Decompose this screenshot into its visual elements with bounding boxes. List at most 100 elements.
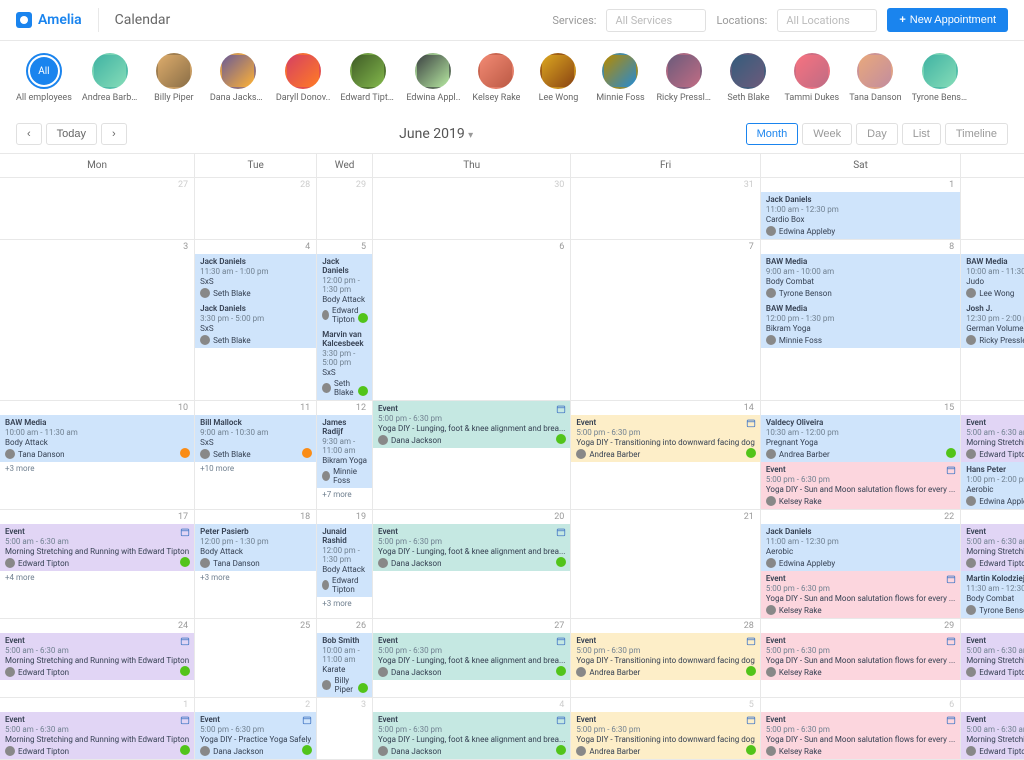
services-select[interactable]: All Services — [606, 9, 706, 32]
calendar-event[interactable]: Event5:00 am - 6:30 amMorning Stretching… — [0, 712, 194, 759]
more-link[interactable]: +10 more — [195, 462, 316, 475]
day-cell[interactable]: 25 — [195, 619, 317, 698]
calendar-event[interactable]: Jack Daniels11:00 am - 12:30 pmAerobicEd… — [761, 524, 960, 571]
employee-9[interactable]: Minnie Foss — [594, 53, 646, 103]
day-cell[interactable]: 20Event5:00 pm - 6:30 pmYoga DIY - Lungi… — [373, 510, 571, 619]
calendar-event[interactable]: Event5:00 pm - 6:30 pmYoga DIY - Lunging… — [373, 633, 570, 680]
day-cell[interactable]: 5Jack Daniels12:00 pm - 1:30 pmBody Atta… — [317, 240, 373, 401]
day-cell[interactable]: 26Bob Smith10:00 am - 11:00 amKarateBill… — [317, 619, 373, 698]
calendar-event[interactable]: Bill Mallock9:00 am - 10:30 amSxSSeth Bl… — [195, 415, 316, 462]
day-cell[interactable]: 31 — [571, 178, 761, 240]
day-cell[interactable]: 7 — [571, 240, 761, 401]
employee-7[interactable]: Kelsey Rake — [470, 53, 522, 103]
calendar-event[interactable]: BAW Media12:00 pm - 1:30 pmBikram YogaMi… — [761, 301, 960, 348]
day-cell[interactable]: 3 — [317, 698, 373, 760]
calendar-event[interactable]: Jack Daniels12:00 pm - 1:30 pmBody Attac… — [317, 254, 372, 327]
employee-12[interactable]: Tammi Dukes — [784, 53, 839, 103]
view-list[interactable]: List — [902, 123, 941, 145]
calendar-event[interactable]: Event5:00 am - 6:30 amMorning Stretching… — [0, 633, 194, 680]
locations-select[interactable]: All Locations — [777, 9, 877, 32]
more-link[interactable]: +4 more — [0, 571, 194, 584]
calendar-event[interactable]: Hans Peter1:00 pm - 2:00 pmAerobicEdwina… — [961, 462, 1024, 509]
more-link[interactable]: +3 more — [317, 597, 372, 610]
day-cell[interactable]: 1Jack Daniels11:00 am - 12:30 pmCardio B… — [761, 178, 961, 240]
more-link[interactable]: +3 more — [0, 462, 194, 475]
day-cell[interactable]: 18Peter Pasierb12:00 pm - 1:30 pmBody At… — [195, 510, 317, 619]
brand-logo[interactable]: Amelia — [16, 12, 82, 28]
employee-1[interactable]: Andrea Barber — [82, 53, 138, 103]
day-cell[interactable]: 19Junaid Rashid12:00 pm - 1:30 pmBody At… — [317, 510, 373, 619]
day-cell[interactable]: 13Event5:00 pm - 6:30 pmYoga DIY - Lungi… — [373, 401, 571, 510]
day-cell[interactable]: 30Event5:00 am - 6:30 amMorning Stretchi… — [961, 619, 1024, 698]
view-month[interactable]: Month — [746, 123, 799, 145]
view-week[interactable]: Week — [802, 123, 852, 145]
employee-10[interactable]: Ricky Pressley — [656, 53, 712, 103]
day-cell[interactable]: 6 — [373, 240, 571, 401]
calendar-event[interactable]: Event5:00 pm - 6:30 pmYoga DIY - Sun and… — [761, 712, 960, 759]
day-cell[interactable]: 2Event5:00 pm - 6:30 pmYoga DIY - Practi… — [195, 698, 317, 760]
employee-5[interactable]: Edward Tipton — [340, 53, 396, 103]
day-cell[interactable]: 5Event5:00 pm - 6:30 pmYoga DIY - Transi… — [571, 698, 761, 760]
prev-button[interactable]: ‹ — [16, 123, 42, 145]
day-cell[interactable]: 4Jack Daniels11:30 am - 1:00 pmSxSSeth B… — [195, 240, 317, 401]
calendar-event[interactable]: Event5:00 pm - 6:30 pmYoga DIY - Lunging… — [373, 712, 570, 759]
calendar-event[interactable]: Event5:00 pm - 6:30 pmYoga DIY - Sun and… — [761, 462, 960, 509]
calendar-event[interactable]: Event5:00 pm - 6:30 pmYoga DIY - Sun and… — [761, 571, 960, 618]
day-cell[interactable]: 16Event5:00 am - 6:30 amMorning Stretchi… — [961, 401, 1024, 510]
calendar-event[interactable]: Event5:00 pm - 6:30 pmYoga DIY - Sun and… — [761, 633, 960, 680]
day-cell[interactable]: 28 — [195, 178, 317, 240]
calendar-event[interactable]: Event5:00 am - 6:30 amMorning Stretching… — [961, 524, 1024, 571]
calendar-event[interactable]: Event5:00 pm - 6:30 pmYoga DIY - Transit… — [571, 712, 760, 759]
calendar-event[interactable]: Peter Pasierb12:00 pm - 1:30 pmBody Atta… — [195, 524, 316, 571]
day-cell[interactable]: 29Event5:00 pm - 6:30 pmYoga DIY - Sun a… — [761, 619, 961, 698]
day-cell[interactable]: 15Valdecy Oliveira10:30 am - 12:00 pmPre… — [761, 401, 961, 510]
day-cell[interactable]: 21 — [571, 510, 761, 619]
new-appointment-button[interactable]: + New Appointment — [887, 8, 1008, 32]
employee-3[interactable]: Dana Jackson — [210, 53, 266, 103]
day-cell[interactable]: 23Event5:00 am - 6:30 amMorning Stretchi… — [961, 510, 1024, 619]
more-link[interactable]: +7 more — [317, 488, 372, 501]
calendar-event[interactable]: Event5:00 pm - 6:30 pmYoga DIY - Transit… — [571, 415, 760, 462]
day-cell[interactable]: 27Event5:00 pm - 6:30 pmYoga DIY - Lungi… — [373, 619, 571, 698]
calendar-event[interactable]: Event5:00 am - 6:30 amMorning Stretching… — [961, 415, 1024, 462]
calendar-event[interactable]: Jack Daniels3:30 pm - 5:00 pmSxSSeth Bla… — [195, 301, 316, 348]
calendar-event[interactable]: Event5:00 am - 6:30 amMorning Stretching… — [0, 524, 194, 571]
current-month-label[interactable]: June 2019 ▾ — [127, 126, 746, 142]
calendar-event[interactable]: Event5:00 am - 6:30 amMorning Stretching… — [961, 712, 1024, 759]
calendar-event[interactable]: Event5:00 pm - 6:30 pmYoga DIY - Lunging… — [373, 401, 570, 448]
day-cell[interactable]: 3 — [0, 240, 195, 401]
day-cell[interactable]: 4Event5:00 pm - 6:30 pmYoga DIY - Lungin… — [373, 698, 571, 760]
calendar-event[interactable]: BAW Media10:00 am - 11:30 amJudoLee Wong — [961, 254, 1024, 301]
view-timeline[interactable]: Timeline — [945, 123, 1008, 145]
day-cell[interactable]: 6Event5:00 pm - 6:30 pmYoga DIY - Sun an… — [761, 698, 961, 760]
day-cell[interactable]: 14Event5:00 pm - 6:30 pmYoga DIY - Trans… — [571, 401, 761, 510]
today-button[interactable]: Today — [46, 123, 97, 145]
day-cell[interactable]: 10BAW Media10:00 am - 11:30 amBody Attac… — [0, 401, 195, 510]
day-cell[interactable]: 7Event5:00 am - 6:30 amMorning Stretchin… — [961, 698, 1024, 760]
calendar-event[interactable]: Bob Smith10:00 am - 11:00 amKarateBilly … — [317, 633, 372, 697]
day-cell[interactable]: 24Event5:00 am - 6:30 amMorning Stretchi… — [0, 619, 195, 698]
employee-8[interactable]: Lee Wong — [532, 53, 584, 103]
day-cell[interactable]: 30 — [373, 178, 571, 240]
calendar-event[interactable]: Jack Daniels11:30 am - 1:00 pmSxSSeth Bl… — [195, 254, 316, 301]
day-cell[interactable]: 12James Radijf9:30 am - 11:00 amBikram Y… — [317, 401, 373, 510]
employee-4[interactable]: Daryll Donov.. — [276, 53, 331, 103]
employee-all[interactable]: AllAll employees — [16, 53, 72, 103]
day-cell[interactable]: 28Event5:00 pm - 6:30 pmYoga DIY - Trans… — [571, 619, 761, 698]
day-cell[interactable]: 8BAW Media9:00 am - 10:00 amBody CombatT… — [761, 240, 961, 401]
day-cell[interactable]: 27 — [0, 178, 195, 240]
calendar-event[interactable]: Martin Kolodziej11:30 am - 12:30 pmBody … — [961, 571, 1024, 618]
calendar-event[interactable]: BAW Media9:00 am - 10:00 amBody CombatTy… — [761, 254, 960, 301]
day-cell[interactable]: 29 — [317, 178, 373, 240]
view-day[interactable]: Day — [856, 123, 898, 145]
employee-6[interactable]: Edwina Appl.. — [406, 53, 460, 103]
day-cell[interactable]: 2 — [961, 178, 1024, 240]
more-link[interactable]: +3 more — [195, 571, 316, 584]
day-cell[interactable]: 1Event5:00 am - 6:30 amMorning Stretchin… — [0, 698, 195, 760]
day-cell[interactable]: 17Event5:00 am - 6:30 amMorning Stretchi… — [0, 510, 195, 619]
calendar-event[interactable]: Valdecy Oliveira10:30 am - 12:00 pmPregn… — [761, 415, 960, 462]
calendar-event[interactable]: Event5:00 am - 6:30 amMorning Stretching… — [961, 633, 1024, 680]
employee-13[interactable]: Tana Danson — [849, 53, 901, 103]
calendar-event[interactable]: Jack Daniels11:00 am - 12:30 pmCardio Bo… — [761, 192, 960, 239]
calendar-event[interactable]: James Radijf9:30 am - 11:00 amBikram Yog… — [317, 415, 372, 488]
